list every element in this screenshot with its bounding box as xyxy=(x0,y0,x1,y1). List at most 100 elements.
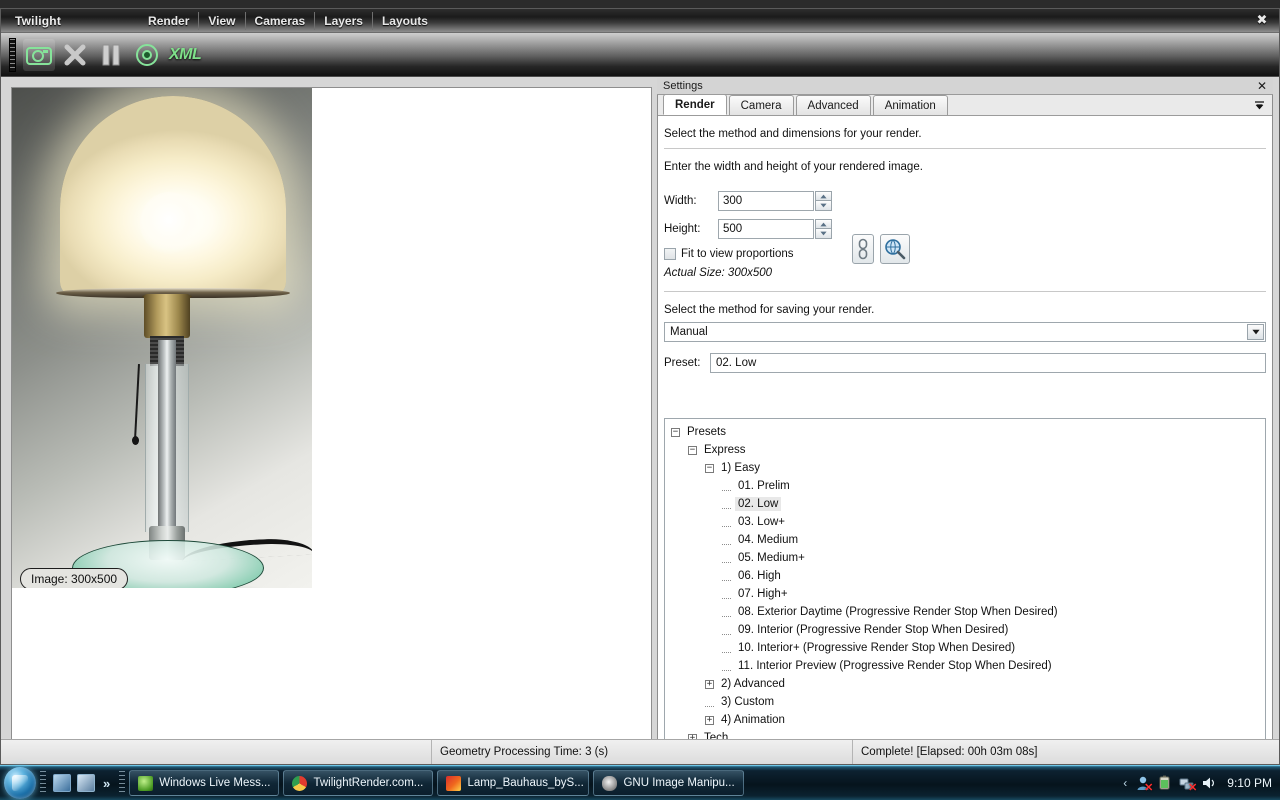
network-icon[interactable]: ✕ xyxy=(1179,775,1197,794)
preset-tree[interactable]: − Presets − Express −1) Easy 01. Prelim 02. Lo… xyxy=(664,418,1266,751)
menu-view[interactable]: View xyxy=(199,11,246,30)
tree-item[interactable]: 08. Exterior Daytime (Progressive Render… xyxy=(671,603,1265,621)
geometry-time-status: Geometry Processing Time: 3 (s) xyxy=(440,746,609,758)
tree-item[interactable]: 11. Interior Preview (Progressive Render… xyxy=(671,657,1265,675)
tree-item[interactable]: +4) Animation xyxy=(671,711,1265,729)
width-input[interactable] xyxy=(718,191,814,211)
tree-item[interactable]: 03. Low+ xyxy=(671,513,1265,531)
tree-item[interactable]: +2) Advanced xyxy=(671,675,1265,693)
taskbar-clock[interactable]: 9:10 PM xyxy=(1227,776,1272,790)
status-bar: Geometry Processing Time: 3 (s) Complete… xyxy=(1,739,1279,764)
taskbar-button-gimp[interactable]: GNU Image Manipu... xyxy=(593,770,744,796)
messenger-icon xyxy=(138,775,154,791)
image-size-badge: Image: 300x500 xyxy=(20,568,129,588)
height-input[interactable] xyxy=(718,219,814,239)
stop-render-button[interactable] xyxy=(59,39,91,71)
tree-item[interactable]: − Express xyxy=(671,441,1265,459)
menu-render[interactable]: Render xyxy=(139,11,200,30)
camera-icon xyxy=(26,46,52,65)
disc-icon xyxy=(136,43,158,66)
render-preview-pane[interactable]: Image: 300x500 xyxy=(11,87,652,746)
taskbar-button-messenger[interactable]: Windows Live Mess... xyxy=(129,770,280,796)
width-stepper[interactable] xyxy=(815,191,832,211)
app-title: Twilight xyxy=(15,13,62,28)
quicklaunch-overflow-icon[interactable]: » xyxy=(103,776,110,791)
height-label: Height: xyxy=(664,223,701,235)
lock-aspect-ratio-button[interactable] xyxy=(852,234,874,264)
user-account-icon[interactable]: ✕ xyxy=(1135,775,1153,794)
menu-layouts[interactable]: Layouts xyxy=(373,12,437,30)
save-method-value: Manual xyxy=(670,326,708,338)
render-button[interactable] xyxy=(23,38,55,71)
switch-windows-icon[interactable] xyxy=(77,774,95,792)
chrome-icon xyxy=(292,775,308,791)
menu-cameras[interactable]: Cameras xyxy=(246,11,316,30)
tree-leaf-connector xyxy=(722,626,731,635)
tree-item[interactable]: 10. Interior+ (Progressive Render Stop W… xyxy=(671,639,1265,657)
tree-collapse-icon[interactable]: − xyxy=(671,427,680,437)
tree-item[interactable]: 06. High xyxy=(671,567,1265,585)
tray-expand-icon[interactable]: ‹ xyxy=(1123,776,1127,790)
toolbar-drag-handle[interactable] xyxy=(9,37,16,72)
taskbar-button-sketchup[interactable]: Lamp_Bauhaus_byS... xyxy=(437,770,590,796)
fit-to-view-row[interactable]: Fit to view proportions xyxy=(664,248,1266,260)
tree-item[interactable]: 09. Interior (Progressive Render Stop Wh… xyxy=(671,621,1265,639)
preset-input[interactable] xyxy=(710,353,1266,373)
width-decrement-button[interactable] xyxy=(815,201,832,211)
tree-item-label: 2) Advanced xyxy=(721,678,785,690)
tree-item[interactable]: − Presets xyxy=(671,423,1265,441)
tree-item[interactable]: 01. Prelim xyxy=(671,477,1265,495)
speaker-glyph xyxy=(1203,777,1215,789)
height-stepper[interactable] xyxy=(815,219,832,239)
start-orb[interactable] xyxy=(4,767,36,799)
volume-icon[interactable] xyxy=(1201,775,1217,791)
lamp-brass-collar xyxy=(144,294,190,338)
render-status: Complete! [Elapsed: 00h 03m 08s] xyxy=(861,746,1038,758)
tree-expand-icon[interactable]: + xyxy=(705,679,714,689)
tree-leaf-connector xyxy=(722,572,731,581)
render-tab-content: Select the method and dimensions for you… xyxy=(658,116,1272,761)
battery-icon[interactable] xyxy=(1157,775,1173,791)
tree-collapse-icon[interactable]: − xyxy=(688,445,697,455)
tree-item[interactable]: 05. Medium+ xyxy=(671,549,1265,567)
screen: Twilight Render View Cameras Layers Layo… xyxy=(0,0,1280,800)
rendered-image: Image: 300x500 xyxy=(12,88,312,588)
settings-close-icon[interactable]: ✕ xyxy=(1257,78,1267,95)
height-decrement-button[interactable] xyxy=(815,229,832,239)
pause-render-button[interactable] xyxy=(95,39,127,71)
magnifier-globe-icon xyxy=(885,239,906,260)
dimension-tool-buttons xyxy=(846,234,910,264)
menu-layers[interactable]: Layers xyxy=(315,11,373,30)
tree-item[interactable]: 02. Low xyxy=(671,495,1265,513)
tab-animation[interactable]: Animation xyxy=(872,95,948,115)
tree-item[interactable]: 3) Custom xyxy=(671,693,1265,711)
height-increment-button[interactable] xyxy=(815,219,832,229)
chevron-down-icon[interactable] xyxy=(1247,324,1264,340)
tree-item[interactable]: 07. High+ xyxy=(671,585,1265,603)
tab-render[interactable]: Render xyxy=(663,94,727,115)
close-icon[interactable]: ✖ xyxy=(1253,12,1271,28)
tree-expand-icon[interactable]: + xyxy=(705,715,714,725)
save-render-button[interactable] xyxy=(131,39,163,71)
tab-camera[interactable]: Camera xyxy=(728,95,794,115)
tree-collapse-icon[interactable]: − xyxy=(705,463,714,473)
fit-to-view-checkbox[interactable] xyxy=(664,248,676,260)
width-increment-button[interactable] xyxy=(815,191,832,201)
preset-row: Preset: xyxy=(664,353,1266,373)
show-desktop-icon[interactable] xyxy=(53,774,71,792)
system-tray: ‹ ✕ ✕ 9:10 PM xyxy=(1123,775,1280,794)
tab-advanced[interactable]: Advanced xyxy=(795,95,871,115)
export-xml-button[interactable]: XML xyxy=(169,46,202,64)
tree-item-label: 07. High+ xyxy=(738,588,788,600)
settings-title: Settings xyxy=(663,80,703,92)
tree-item-label: Express xyxy=(704,444,746,456)
tree-item[interactable]: −1) Easy xyxy=(671,459,1265,477)
tasklist-divider xyxy=(119,771,126,795)
chevron-down-icon[interactable] xyxy=(1253,99,1266,112)
tree-item[interactable]: 04. Medium xyxy=(671,531,1265,549)
taskbar-button-label: Lamp_Bauhaus_byS... xyxy=(467,777,584,789)
taskbar-button-browser[interactable]: TwilightRender.com... xyxy=(283,770,434,796)
preview-zoom-button[interactable] xyxy=(880,234,910,264)
save-method-combobox[interactable]: Manual xyxy=(664,322,1266,342)
caret-down-icon xyxy=(820,203,827,208)
